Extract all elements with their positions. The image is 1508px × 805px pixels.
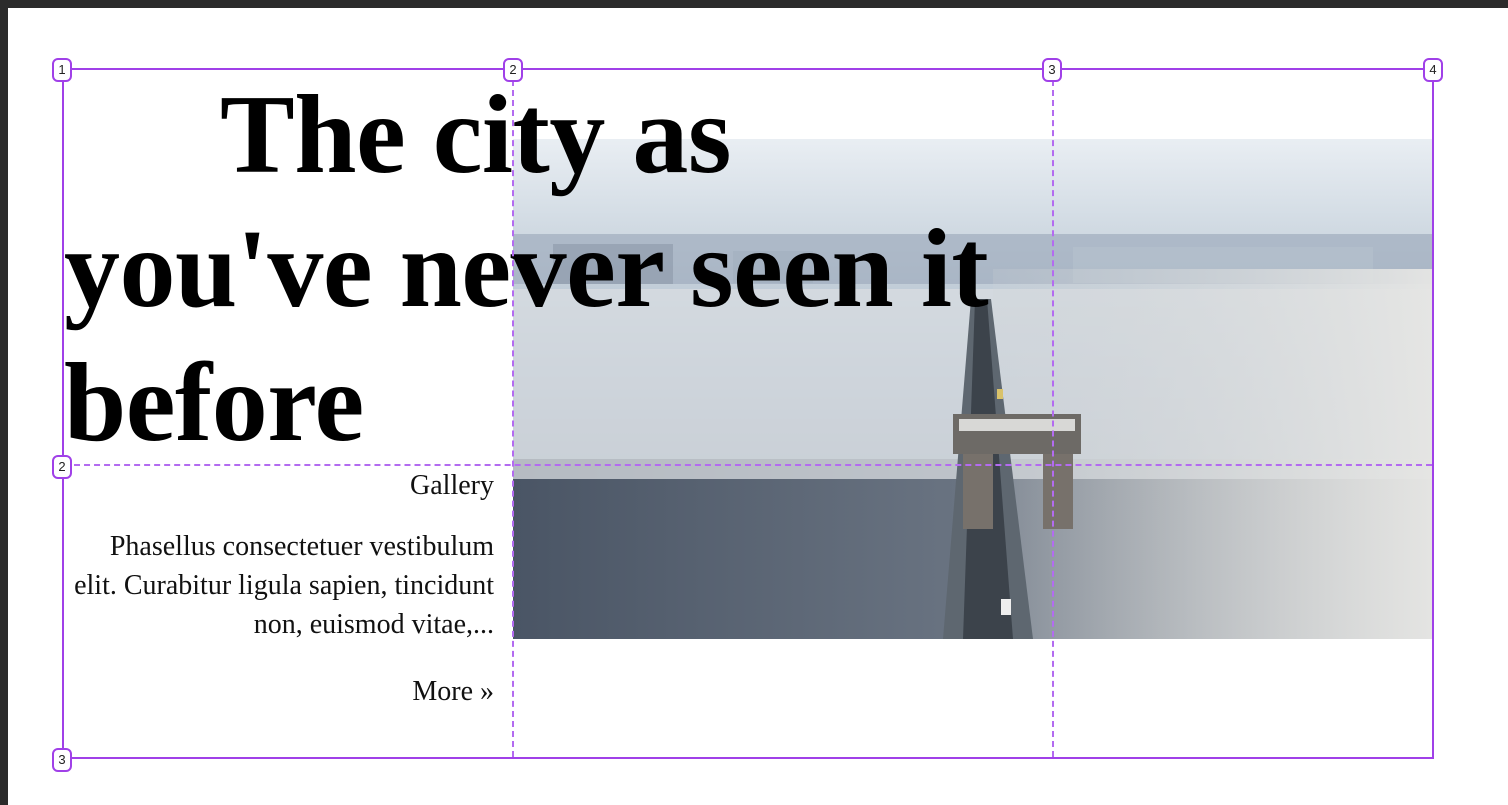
grid-column-badge-4: 4 <box>1423 58 1443 82</box>
gallery-label: Gallery <box>410 470 494 501</box>
grid-row-badge-2: 2 <box>52 455 72 479</box>
grid-right-line <box>1432 68 1434 759</box>
grid-column-line-2 <box>512 70 514 757</box>
page: The city as you've never seen it before … <box>8 8 1508 805</box>
grid-column-badge-3: 3 <box>1042 58 1062 82</box>
grid-column-line-3 <box>1052 70 1054 757</box>
grid-column-badge-1: 1 <box>52 58 72 82</box>
more-link[interactable]: More » <box>64 672 494 711</box>
grid-bottom-line <box>62 757 1434 759</box>
headline: The city as you've never seen it before <box>64 73 989 465</box>
sidebar: Gallery Phasellus consectetuer vestibulu… <box>64 466 494 711</box>
grid-top-line <box>62 68 1434 70</box>
grid-row-line-2 <box>64 464 1432 466</box>
grid-left-line <box>62 68 64 759</box>
grid-column-badge-2: 2 <box>503 58 523 82</box>
grid-row-badge-3: 3 <box>52 748 72 772</box>
sidebar-body-text: Phasellus consectetuer vestibulum elit. … <box>74 531 494 640</box>
